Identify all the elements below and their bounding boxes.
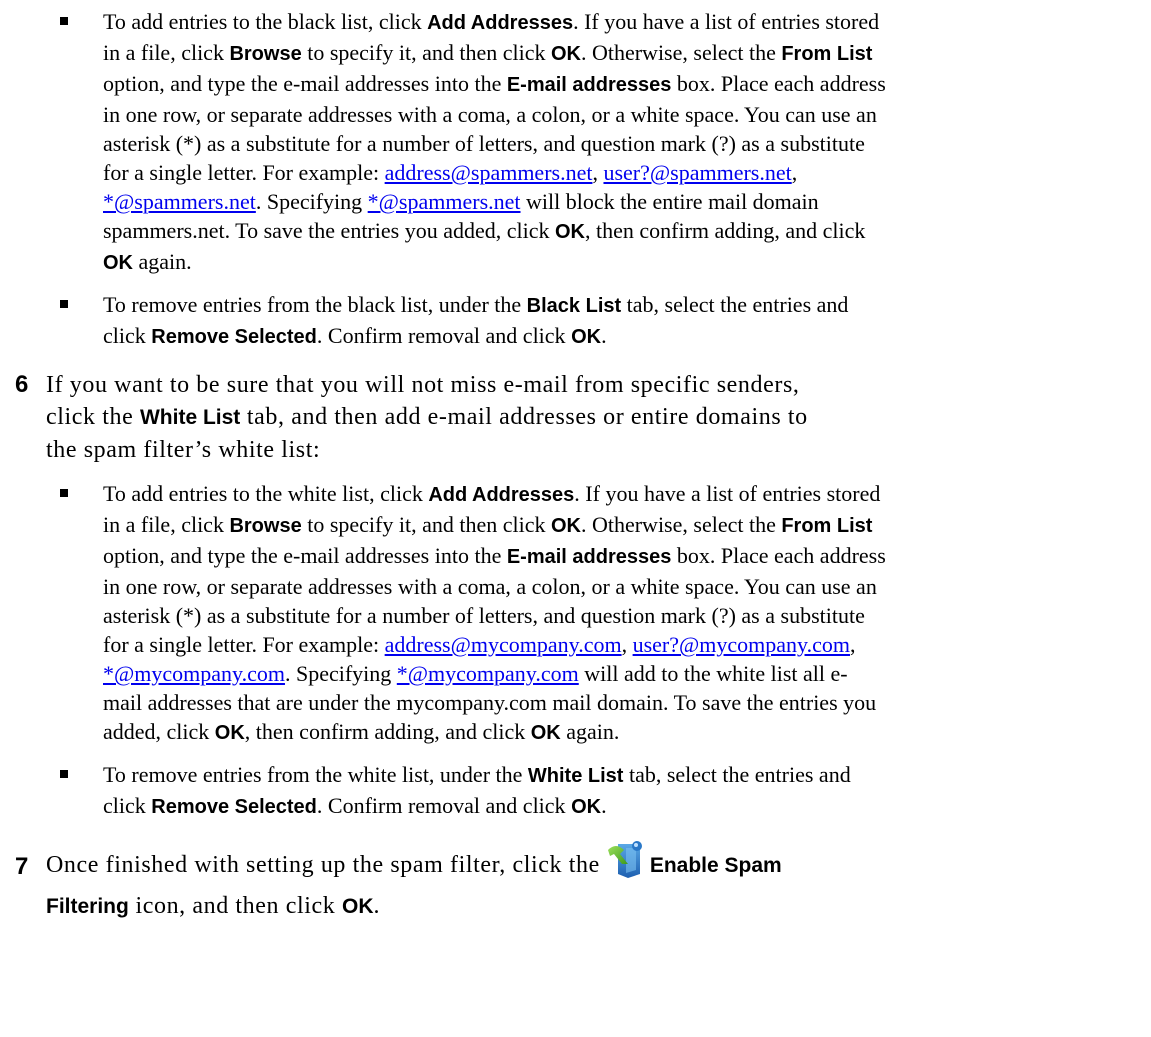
from-list-ui-label: From List: [781, 515, 873, 537]
browse-ui-label: Browse: [229, 43, 302, 65]
step-number: 7: [15, 853, 29, 880]
from-list-ui-label: From List: [781, 43, 873, 65]
step-number: 6: [15, 371, 29, 398]
black-list-remove-instructions: To remove entries from the black list, u…: [60, 290, 1103, 352]
link-user-wildcard-mycompany[interactable]: user?@mycompany.com: [633, 632, 850, 657]
ok-ui-label: OK: [341, 895, 374, 918]
black-list-tab-ui-label: Black List: [526, 295, 622, 317]
step-7: 7 Once finished with setting up the spam…: [15, 840, 1106, 923]
white-list-add-instructions: To add entries to the white list, click …: [60, 479, 1103, 748]
bullet-square: [60, 17, 68, 25]
remove-selected-ui-label: Remove Selected: [151, 326, 317, 348]
ok-ui-label: OK: [550, 515, 581, 537]
email-addresses-ui-label: E-mail addresses: [506, 74, 672, 96]
add-addresses-ui-label: Add Addresses: [427, 12, 574, 34]
ok-ui-label: OK: [530, 722, 561, 744]
bullet-square: [60, 770, 68, 778]
spam-filter-toggle-icon: [606, 840, 646, 878]
white-list-tab-ui-label: White List: [139, 406, 241, 429]
bullet-square: [60, 489, 68, 497]
link-user-wildcard-spammers[interactable]: user?@spammers.net: [603, 160, 791, 185]
ok-ui-label: OK: [550, 43, 581, 65]
step-6: 6 If you want to be sure that you will n…: [15, 371, 808, 463]
black-list-add-instructions: To add entries to the black list, click …: [60, 7, 1103, 278]
link-address-mycompany[interactable]: address@mycompany.com: [385, 632, 622, 657]
ok-ui-label: OK: [571, 326, 602, 348]
ok-ui-label: OK: [214, 722, 245, 744]
bullet-square: [60, 300, 68, 308]
browse-ui-label: Browse: [229, 515, 302, 537]
ok-ui-label: OK: [103, 252, 133, 274]
filtering-label: Filtering: [46, 895, 129, 918]
ok-ui-label: OK: [554, 221, 585, 243]
link-address-spammers[interactable]: address@spammers.net: [385, 160, 593, 185]
ok-ui-label: OK: [571, 796, 602, 818]
white-list-tab-ui-label: White List: [527, 765, 624, 787]
link-wildcard-spammers-2[interactable]: *@spammers.net: [368, 189, 521, 214]
email-addresses-ui-label: E-mail addresses: [506, 546, 672, 568]
link-wildcard-spammers[interactable]: *@spammers.net: [103, 189, 256, 214]
remove-selected-ui-label: Remove Selected: [151, 796, 317, 818]
enable-spam-label: Enable Spam: [649, 854, 782, 877]
link-wildcard-mycompany[interactable]: *@mycompany.com: [103, 661, 285, 686]
add-addresses-ui-label: Add Addresses: [428, 484, 575, 506]
white-list-remove-instructions: To remove entries from the white list, u…: [60, 760, 1103, 822]
link-wildcard-mycompany-2[interactable]: *@mycompany.com: [397, 661, 579, 686]
